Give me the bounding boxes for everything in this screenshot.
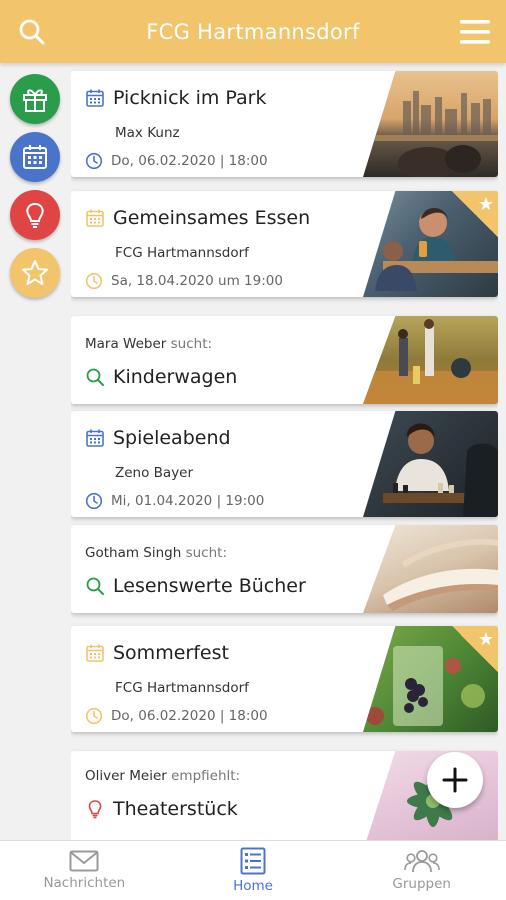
author-name: Gotham Singh — [85, 545, 182, 561]
event-card-picknick[interactable]: Picknick im Park Max Kunz Do, 06.02.2020… — [71, 71, 498, 177]
event-card-spieleabend[interactable]: Spieleabend Zeno Bayer Mi, 01.04.2020 | … — [71, 411, 498, 517]
recommend-title: Theaterstück — [113, 798, 238, 820]
nav-label: Home — [233, 878, 273, 894]
calendar-icon — [23, 145, 47, 169]
search-icon — [19, 19, 44, 44]
favorite-badge[interactable]: ★ — [452, 626, 498, 672]
gift-icon — [23, 89, 47, 112]
search-icon — [86, 577, 104, 595]
star-icon — [22, 260, 48, 285]
star-icon: ★ — [477, 194, 494, 215]
event-date: Sa, 18.04.2020 um 19:00 — [111, 273, 283, 289]
clock-icon — [85, 152, 103, 170]
family-walk-graphic — [363, 319, 498, 404]
app-header: FCG Hartmannsdorf — [0, 0, 506, 63]
event-date: Mi, 01.04.2020 | 19:00 — [111, 493, 265, 509]
page-title: FCG Hartmannsdorf — [146, 19, 360, 44]
action-verb: sucht: — [185, 545, 228, 561]
calendar-icon — [86, 644, 104, 662]
event-date: Do, 06.02.2020 | 18:00 — [111, 153, 268, 169]
category-rail — [0, 63, 70, 840]
skyline-graphic — [363, 91, 498, 177]
event-card-gemeinsames-essen[interactable]: ★ Gemeinsames Essen FCG Hartmannsdorf Sa… — [71, 191, 498, 297]
nav-item-nachrichten[interactable]: Nachrichten — [0, 841, 169, 900]
event-image — [363, 71, 498, 177]
clock-icon — [85, 707, 103, 725]
nav-item-gruppen[interactable]: Gruppen — [337, 841, 506, 900]
feed-list: Picknick im Park Max Kunz Do, 06.02.2020… — [71, 63, 498, 840]
menu-button[interactable] — [443, 0, 506, 63]
plus-icon — [442, 767, 468, 793]
nav-item-home[interactable]: Home — [169, 841, 338, 900]
lightbulb-icon — [26, 202, 44, 228]
event-date: Do, 06.02.2020 | 18:00 — [111, 708, 268, 724]
people-icon — [403, 850, 440, 873]
action-verb: sucht: — [170, 336, 213, 352]
recommend-author: Oliver Meier empfiehlt: — [85, 768, 240, 784]
event-card-sommerfest[interactable]: ★ Sommerfest FCG Hartmannsdorf Do, 06.02… — [71, 626, 498, 732]
ideas-filter-button[interactable] — [10, 190, 60, 240]
calendar-icon — [86, 209, 104, 227]
search-image — [363, 525, 498, 613]
events-filter-button[interactable] — [10, 132, 60, 182]
event-organizer: FCG Hartmannsdorf — [115, 245, 249, 261]
author-name: Oliver Meier — [85, 768, 167, 784]
calendar-icon — [86, 89, 104, 107]
bottom-navigation: Nachrichten Home Gruppen — [0, 840, 506, 900]
search-card-lesenswerte-buecher[interactable]: Gotham Singh sucht: Lesenswerte Bücher — [71, 525, 498, 613]
lightbulb-icon — [88, 800, 102, 819]
search-icon — [86, 368, 104, 386]
search-title: Lesenswerte Bücher — [113, 575, 306, 597]
event-organizer: FCG Hartmannsdorf — [115, 680, 249, 696]
nav-label: Nachrichten — [43, 875, 126, 891]
list-icon — [240, 847, 266, 875]
gifts-filter-button[interactable] — [10, 74, 60, 124]
search-button[interactable] — [0, 0, 63, 63]
clock-icon — [85, 492, 103, 510]
author-name: Mara Weber — [85, 336, 167, 352]
event-title: Picknick im Park — [113, 87, 267, 109]
search-card-kinderwagen[interactable]: Mara Weber sucht: Kinderwagen — [71, 316, 498, 404]
search-image — [363, 316, 498, 404]
add-button[interactable] — [427, 752, 483, 808]
search-title: Kinderwagen — [113, 366, 238, 388]
event-organizer: Zeno Bayer — [115, 465, 194, 481]
event-image — [363, 411, 498, 517]
event-title: Spieleabend — [113, 427, 231, 449]
calendar-icon — [86, 429, 104, 447]
menu-icon — [459, 19, 490, 44]
favorite-badge[interactable]: ★ — [452, 191, 498, 237]
chess-game-graphic — [383, 423, 498, 517]
action-verb: empfiehlt: — [171, 768, 241, 784]
star-icon: ★ — [477, 629, 494, 650]
book-pages-graphic — [383, 538, 498, 611]
envelope-icon — [69, 850, 99, 872]
event-title: Sommerfest — [113, 642, 229, 664]
search-author: Mara Weber sucht: — [85, 336, 212, 352]
search-author: Gotham Singh sucht: — [85, 545, 227, 561]
clock-icon — [85, 272, 103, 290]
favorites-filter-button[interactable] — [10, 248, 60, 298]
nav-label: Gruppen — [392, 876, 451, 892]
event-title: Gemeinsames Essen — [113, 207, 311, 229]
event-organizer: Max Kunz — [115, 125, 180, 141]
